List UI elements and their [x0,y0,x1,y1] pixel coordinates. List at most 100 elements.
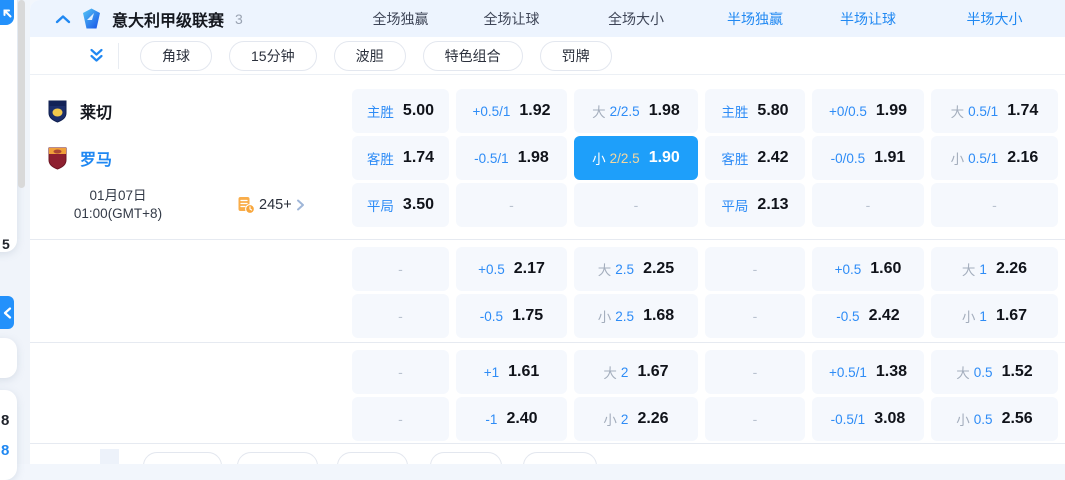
odds-value: 1.60 [870,260,902,277]
odds-label: +0.5 [478,261,505,277]
odds-cell[interactable]: -0/0.5 1.91 [812,136,924,180]
odds-cell[interactable]: 小 1 1.67 [931,294,1058,338]
collapse-top-button[interactable] [0,0,14,25]
odds-value: 1.90 [648,149,680,166]
column-header-ht-handicap[interactable]: 半场让球 [812,9,924,29]
odds-label: +1 [483,364,500,380]
odds-cell[interactable]: 主胜 5.80 [705,89,805,133]
dash: - [752,261,758,277]
dash: - [398,411,403,427]
odds-cell-empty: - [705,397,805,441]
odds-group-secondary: - +0.5 2.17 大 2.5 2.25 - +0.5 1.60 大 1 2.26 - … [30,240,1065,342]
odds-cell[interactable]: 小 2 2.26 [574,397,698,441]
column-header-ft-overunder[interactable]: 全场大小 [574,9,698,29]
odds-label: 小 [950,152,965,167]
odds-cell[interactable]: -0.5/1 3.08 [812,397,924,441]
odds-cell[interactable]: -1 2.40 [456,397,567,441]
odds-cell[interactable]: 大 2.5 2.25 [574,247,698,291]
odds-cell[interactable]: +0/0.5 1.99 [812,89,924,133]
scrollbar-thumb[interactable] [18,0,25,188]
tab-cards[interactable]: 罚牌 [539,40,612,71]
odds-value: 1.74 [1007,102,1039,119]
odds-cell[interactable]: -0.5 1.75 [456,294,567,338]
odds-cell[interactable]: -0.5/1 1.98 [456,136,567,180]
tab-corners[interactable]: 角球 [140,40,212,71]
odds-cell[interactable]: -0.5 2.42 [812,294,924,338]
dash: - [752,411,758,427]
divider [118,42,119,69]
match-meta: 01月07日 01:00(GMT+8) 245+ [30,183,345,227]
odds-line: 1 [979,308,987,324]
more-markets-link[interactable]: 245+ [237,196,305,214]
odds-group-tertiary: - +1 1.61 大 2 1.67 - +0.5/1 1.38 大 0.5 1.52 - … [30,343,1065,443]
odds-cell[interactable]: +0.5 2.17 [456,247,567,291]
match-datetime: 01月07日 01:00(GMT+8) [55,187,181,223]
markets-count: 245+ [259,197,292,213]
dash: - [865,197,871,213]
odds-cell-empty: - [705,294,805,338]
submarket-tabs: 角球 15分钟 波胆 特色组合 罚牌 [30,37,1065,75]
column-header-ft-1x2[interactable]: 全场独赢 [352,9,449,29]
dash: - [509,197,514,213]
odds-label: 小 [961,310,976,325]
odds-cell[interactable]: 平局 3.50 [352,183,449,227]
odds-value: 1.92 [519,102,551,119]
odds-label: 大 [597,263,612,278]
odds-cell[interactable]: 主胜 5.00 [352,89,449,133]
odds-label: +0.5/1 [472,103,511,119]
dash: - [752,364,758,380]
odds-cell[interactable]: 大 1 2.26 [931,247,1058,291]
odds-value: 3.08 [874,410,906,427]
chevron-left-icon [3,306,12,319]
odds-label: 主胜 [721,105,749,120]
odds-cell[interactable]: 小 0.5/1 2.16 [931,136,1058,180]
odds-cell[interactable]: +0.5/1 1.38 [812,350,924,394]
odds-cell[interactable]: 平局 2.13 [705,183,805,227]
odds-label: -1 [485,411,498,427]
team-row-home[interactable]: 莱切 [30,89,345,133]
adjacent-card [0,338,17,378]
odds-cell[interactable]: 大 2/2.5 1.98 [574,89,698,133]
odds-label: 小 [597,310,612,325]
tab-correct-score[interactable]: 波胆 [333,40,406,71]
next-section-pill [523,452,597,464]
next-section-pill [337,452,408,464]
odds-label: 大 [592,105,606,120]
tab-15min[interactable]: 15分钟 [229,40,317,71]
column-header-ht-1x2[interactable]: 半场独赢 [705,9,805,29]
odds-label: +0.5/1 [828,364,867,380]
odds-cell-selected[interactable]: 小 2/2.5 1.90 [574,136,698,180]
odds-cell-empty: - [931,183,1058,227]
odds-cell[interactable]: +1 1.61 [456,350,567,394]
expand-more-button[interactable] [88,47,105,64]
dash: - [398,308,403,324]
odds-cell[interactable]: 小 0.5 2.56 [931,397,1058,441]
tab-specials[interactable]: 特色组合 [422,40,523,71]
dash: - [633,197,639,213]
odds-cell[interactable]: 大 2 1.67 [574,350,698,394]
odds-cell[interactable]: 客胜 1.74 [352,136,449,180]
collapse-panel-button[interactable] [0,296,14,329]
odds-cell[interactable]: +0.5 1.60 [812,247,924,291]
odds-value: 2.16 [1007,149,1039,166]
odds-label: -0.5 [836,308,860,324]
odds-cell[interactable]: 大 0.5/1 1.74 [931,89,1058,133]
adjacent-card [0,390,17,480]
odds-cell[interactable]: 客胜 2.42 [705,136,805,180]
odds-panel: 意大利甲级联赛 3 全场独赢 全场让球 全场大小 半场独赢 半场让球 半场大小 … [30,0,1065,464]
odds-cell[interactable]: 大 0.5 1.52 [931,350,1058,394]
odds-value: 2.26 [637,410,669,427]
match-date: 01月07日 [89,188,147,204]
column-header-ft-handicap[interactable]: 全场让球 [456,9,567,29]
odds-cell-empty: - [352,247,449,291]
odds-cell-empty: - [574,183,698,227]
next-section-pill [430,452,502,464]
odds-cell[interactable]: 小 2.5 1.68 [574,294,698,338]
collapse-league-button[interactable] [55,14,71,24]
dash: - [992,197,997,213]
odds-cell[interactable]: +0.5/1 1.92 [456,89,567,133]
column-header-ht-overunder[interactable]: 半场大小 [931,9,1058,29]
team-row-away[interactable]: 罗马 [30,136,345,180]
dash: - [398,364,403,380]
odds-value: 1.61 [508,363,540,380]
